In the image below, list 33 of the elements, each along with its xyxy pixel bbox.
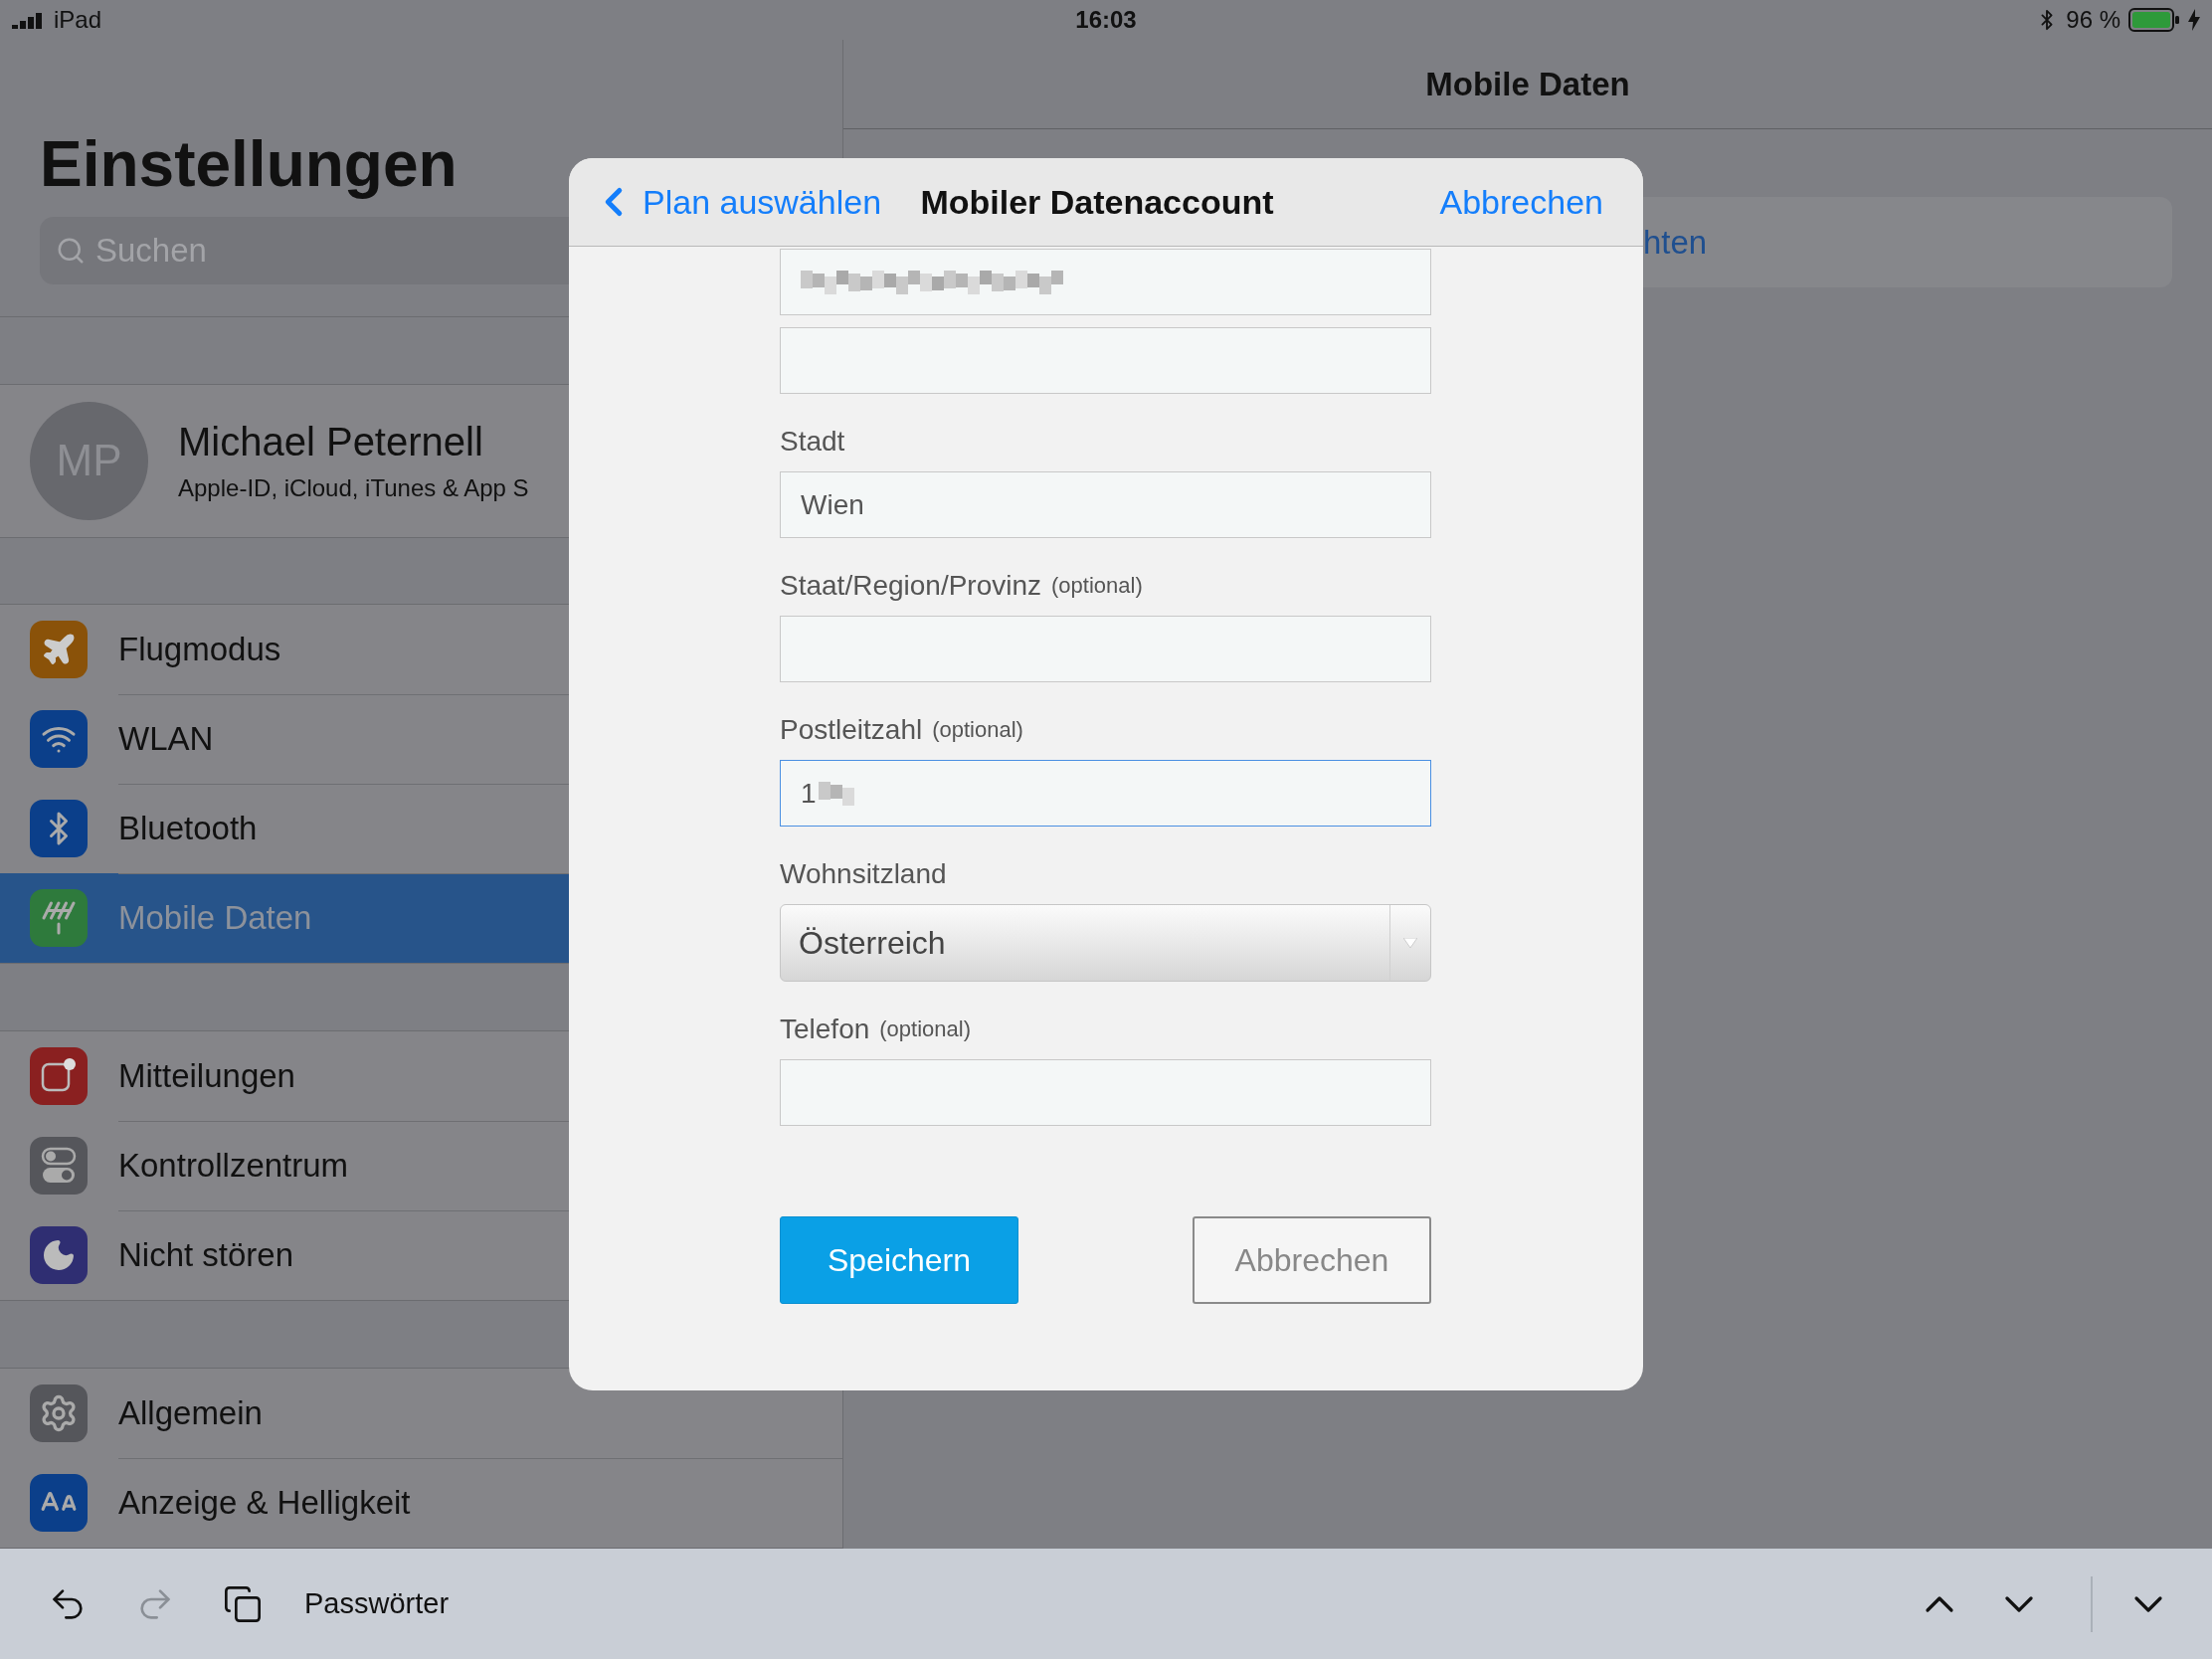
dropdown-arrow-icon <box>1403 938 1417 948</box>
input-field[interactable] <box>780 616 1431 682</box>
battery-icon <box>2128 8 2180 32</box>
nav-title: Mobile Daten <box>1425 65 1630 103</box>
search-icon <box>56 236 86 267</box>
clock: 16:03 <box>1075 6 1137 34</box>
page-title: Einstellungen <box>40 129 458 200</box>
profile-name: Michael Peternell <box>178 419 484 464</box>
field-label: Stadt <box>780 426 845 458</box>
carrier-label: iPad <box>54 6 102 34</box>
input-field[interactable]: 1 <box>780 760 1431 827</box>
passwords-shortcut[interactable]: Passwörter <box>304 1587 450 1620</box>
settings-row[interactable]: Anzeige & Helligkeit <box>0 1458 842 1548</box>
modal-title: Mobiler Datenaccount <box>920 182 1274 222</box>
save-button[interactable]: Speichern <box>780 1216 1018 1304</box>
antenna-icon <box>41 900 77 937</box>
input-field[interactable]: Wien <box>780 471 1431 538</box>
country-dropdown[interactable]: Österreich <box>780 904 1431 982</box>
copy-button[interactable] <box>223 1583 263 1624</box>
optional-hint: (optional) <box>879 1016 971 1042</box>
profile-subtitle: Apple-ID, iCloud, iTunes & App S <box>178 473 529 502</box>
field-label: Staat/Region/Provinz <box>780 570 1042 602</box>
row-label: Anzeige & Helligkeit <box>118 1483 412 1523</box>
input-field[interactable] <box>780 1059 1431 1126</box>
optional-hint: (optional) <box>932 717 1023 743</box>
battery-percentage: 96 % <box>2066 6 2120 34</box>
cancel-button[interactable]: Abbrechen <box>1193 1216 1431 1304</box>
input-field[interactable] <box>780 327 1431 394</box>
input-field[interactable] <box>780 249 1431 315</box>
charging-icon <box>2188 9 2200 31</box>
settings-icon <box>39 1393 79 1433</box>
cancel-button[interactable]: Abbrechen <box>1439 182 1603 222</box>
optional-hint: (optional) <box>1051 573 1143 599</box>
